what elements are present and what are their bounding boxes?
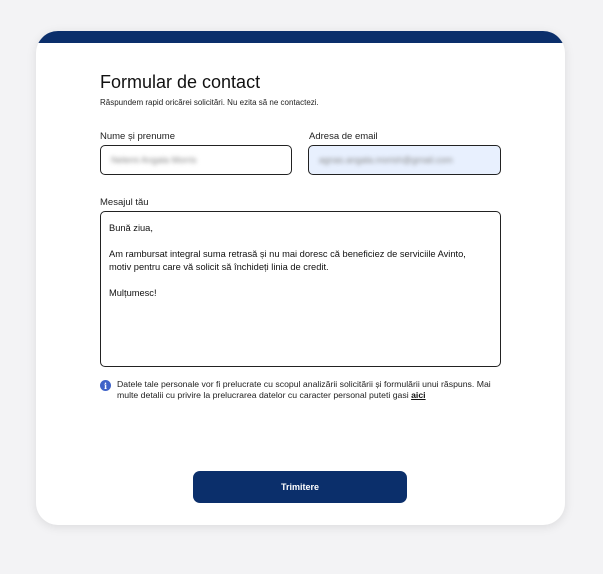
email-input-value: agnas.angala.morish@gmail.com (319, 155, 453, 165)
privacy-notice: i Datele tale personale vor fi prelucrat… (100, 379, 502, 401)
form-title: Formular de contact (100, 72, 261, 92)
message-line: Am rambursat integral suma retrasă și nu… (109, 249, 466, 259)
message-line: motiv pentru care vă solicit să închideț… (109, 262, 329, 272)
contact-form-card: Formular de contact Răspundem rapid oric… (36, 31, 565, 525)
privacy-text-block: Datele tale personale vor fi prelucrate … (117, 379, 502, 401)
name-input-value: Nelemi Angala Morris (111, 155, 197, 165)
email-input[interactable]: agnas.angala.morish@gmail.com (308, 145, 501, 175)
name-label: Nume și prenume (100, 131, 175, 142)
email-label: Adresa de email (309, 131, 378, 142)
privacy-link[interactable]: aici (411, 390, 426, 400)
message-line: Mulțumesc! (109, 288, 157, 298)
privacy-text: Datele tale personale vor fi prelucrate … (117, 379, 491, 400)
info-icon: i (100, 380, 111, 391)
message-label: Mesajul tău (100, 197, 149, 208)
message-textarea[interactable]: Bună ziua, Am rambursat integral suma re… (100, 211, 501, 367)
card-top-bar (36, 31, 565, 43)
form-subtitle: Răspundem rapid oricărei solicitări. Nu … (100, 98, 319, 107)
message-line: Bună ziua, (109, 223, 153, 233)
name-input[interactable]: Nelemi Angala Morris (100, 145, 292, 175)
submit-button[interactable]: Trimitere (193, 471, 407, 503)
